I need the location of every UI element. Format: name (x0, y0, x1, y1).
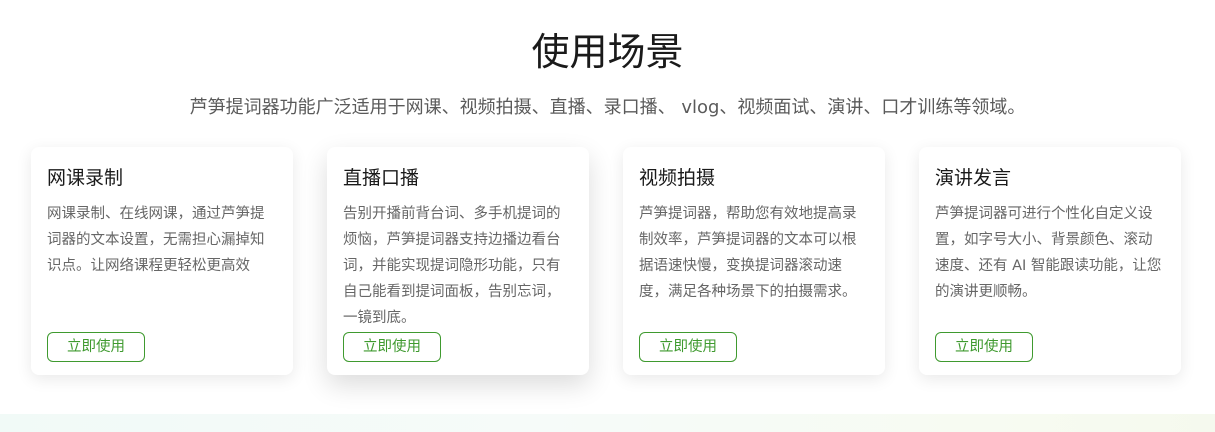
use-now-button[interactable]: 立即使用 (47, 332, 145, 362)
section-subtitle: 芦笋提词器功能广泛适用于网课、视频拍摄、直播、录口播、 vlog、视频面试、演讲… (189, 97, 1026, 118)
use-now-button[interactable]: 立即使用 (639, 332, 737, 362)
usage-scenarios-section: 使用场景 芦笋提词器功能广泛适用于网课、视频拍摄、直播、录口播、 vlog、视频… (0, 0, 1215, 432)
use-now-button[interactable]: 立即使用 (343, 332, 441, 362)
next-section-background (0, 414, 1215, 432)
card-description: 芦笋提词器可进行个性化自定义设置，如字号大小、背景颜色、滚动速度、还有 AI 智… (935, 206, 1162, 300)
scenario-card-speech: 演讲发言 芦笋提词器可进行个性化自定义设置，如字号大小、背景颜色、滚动速度、还有… (919, 147, 1181, 375)
card-title: 直播口播 (343, 167, 420, 189)
card-title: 演讲发言 (935, 167, 1012, 189)
scenario-card-online-course: 网课录制 网课录制、在线网课，通过芦笋提词器的文本设置，无需担心漏掉知识点。让网… (31, 147, 293, 375)
card-title: 网课录制 (47, 167, 124, 189)
card-title: 视频拍摄 (639, 167, 716, 189)
scenario-cards: 网课录制 网课录制、在线网课，通过芦笋提词器的文本设置，无需担心漏掉知识点。让网… (31, 147, 1183, 375)
scenario-card-live-broadcast: 直播口播 告别开播前背台词、多手机提词的烦恼，芦笋提词器支持边播边看台词，并能实… (327, 147, 589, 375)
card-description: 芦笋提词器，帮助您有效地提高录制效率，芦笋提词器的文本可以根据语速快慢，变换提词… (639, 206, 857, 300)
card-description: 网课录制、在线网课，通过芦笋提词器的文本设置，无需担心漏掉知识点。让网络课程更轻… (47, 206, 265, 274)
scenario-card-video-shooting: 视频拍摄 芦笋提词器，帮助您有效地提高录制效率，芦笋提词器的文本可以根据语速快慢… (623, 147, 885, 375)
card-description: 告别开播前背台词、多手机提词的烦恼，芦笋提词器支持边播边看台词，并能实现提词隐形… (343, 206, 561, 326)
use-now-button[interactable]: 立即使用 (935, 332, 1033, 362)
section-title: 使用场景 (531, 30, 684, 74)
